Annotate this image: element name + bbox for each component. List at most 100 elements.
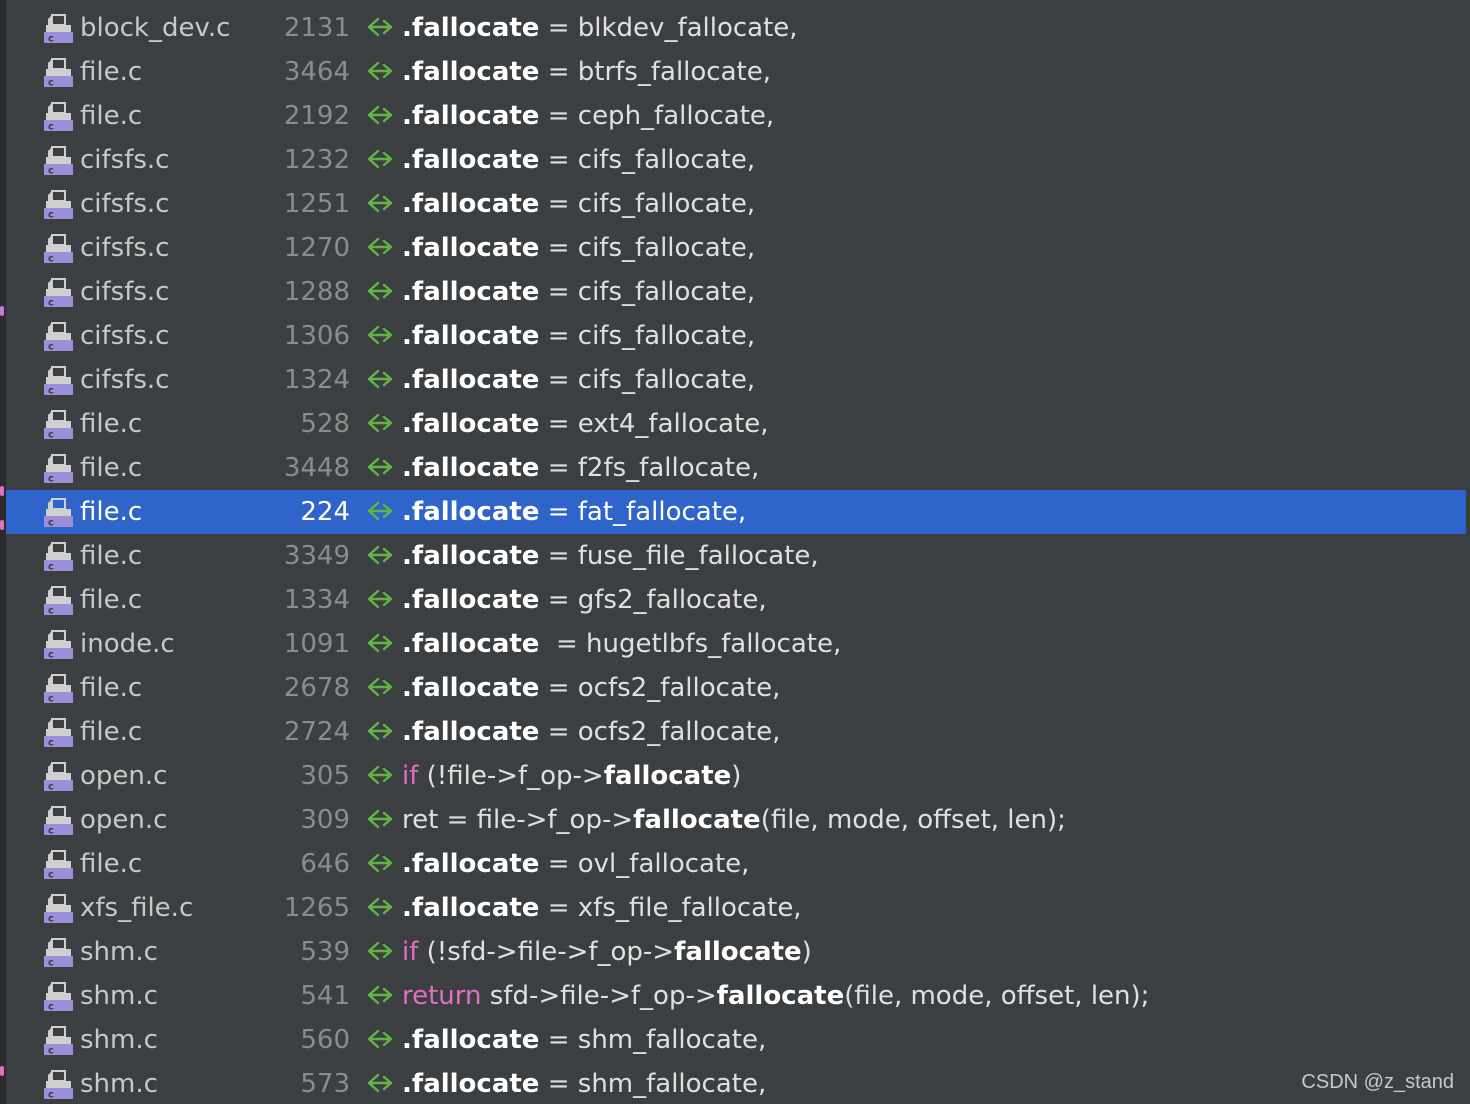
usage-row[interactable]: c xfs_file.c 1265 .fallocate = xfs_file_fal… xyxy=(6,886,1466,930)
c-source-file-icon: c xyxy=(43,365,74,397)
usage-line-number: 1334 xyxy=(283,585,350,615)
svg-text:c: c xyxy=(48,1090,54,1101)
usage-file-name: file.c xyxy=(80,57,143,87)
c-source-file-icon: c xyxy=(43,57,74,89)
usage-row[interactable]: c file.c 2192 .fallocate = ceph_fallocate, xyxy=(6,94,1466,138)
code-text: = f2fs_fallocate, xyxy=(539,453,760,483)
usage-row[interactable]: c file.c 528 .fallocate = ext4_fallocate, xyxy=(6,402,1466,446)
code-match-highlight: .fallocate xyxy=(402,277,540,307)
usage-line-number: 539 xyxy=(300,937,350,967)
svg-text:c: c xyxy=(48,782,54,793)
c-source-file-icon: c xyxy=(43,145,74,177)
code-keyword: if xyxy=(402,937,419,967)
c-source-file-icon: c xyxy=(43,805,74,837)
code-match-highlight: .fallocate xyxy=(402,57,540,87)
usage-row[interactable]: c cifsfs.c 1288 .fallocate = cifs_fallocate… xyxy=(6,270,1466,314)
c-source-file-icon: c xyxy=(43,233,74,265)
usage-row[interactable]: c file.c 3349 .fallocate = fuse_file_falloc… xyxy=(6,534,1466,578)
usage-code-snippet: .fallocate = fat_fallocate, xyxy=(402,497,746,527)
svg-text:c: c xyxy=(48,166,54,177)
usage-code-snippet: if (!file->f_op->fallocate) xyxy=(402,761,741,791)
usage-file-name: shm.c xyxy=(80,981,158,1011)
svg-text:c: c xyxy=(48,34,54,45)
usage-file-name: block_dev.c xyxy=(80,13,231,43)
usage-code-snippet: .fallocate = ceph_fallocate, xyxy=(402,101,774,131)
code-keyword: if xyxy=(402,761,419,791)
usage-line-number: 3349 xyxy=(283,541,350,571)
c-source-file-icon: c xyxy=(43,1025,74,1057)
usage-file-name: file.c xyxy=(80,101,143,131)
code-text: ) xyxy=(801,937,812,967)
usage-row[interactable]: c block_dev.c 2131 .fallocate = blkdev_fall… xyxy=(6,6,1466,50)
c-source-file-icon: c xyxy=(43,189,74,221)
usage-file-name: cifsfs.c xyxy=(80,321,170,351)
usage-row[interactable]: c cifsfs.c 1306 .fallocate = cifs_fallocate… xyxy=(6,314,1466,358)
usage-file-name: file.c xyxy=(80,585,143,615)
usage-row[interactable]: c inode.c 1091 .fallocate = hugetlbfs_fallo… xyxy=(6,622,1466,666)
svg-text:c: c xyxy=(48,78,54,89)
usage-code-snippet: .fallocate = shm_fallocate, xyxy=(402,1025,766,1055)
svg-text:c: c xyxy=(48,562,54,573)
svg-text:c: c xyxy=(48,254,54,265)
usage-line-number: 1306 xyxy=(283,321,350,351)
code-match-highlight: .fallocate xyxy=(402,321,540,351)
usage-code-snippet: .fallocate = cifs_fallocate, xyxy=(402,277,755,307)
usage-code-snippet: .fallocate = fuse_file_fallocate, xyxy=(402,541,819,571)
usage-code-snippet: .fallocate = blkdev_fallocate, xyxy=(402,13,798,43)
usage-row[interactable]: c cifsfs.c 1324 .fallocate = cifs_fallocate… xyxy=(6,358,1466,402)
usage-code-snippet: .fallocate = ext4_fallocate, xyxy=(402,409,769,439)
usage-row[interactable]: c file.c 3448 .fallocate = f2fs_fallocate, xyxy=(6,446,1466,490)
usage-line-number: 2131 xyxy=(283,13,350,43)
usage-code-snippet: .fallocate = xfs_file_fallocate, xyxy=(402,893,802,923)
usage-arrow-icon xyxy=(366,720,394,744)
c-source-file-icon: c xyxy=(43,453,74,485)
svg-text:c: c xyxy=(48,122,54,133)
edge-marker xyxy=(0,306,4,316)
usage-row[interactable]: c shm.c 573 .fallocate = shm_fallocate, xyxy=(6,1062,1466,1104)
usage-arrow-icon xyxy=(366,676,394,700)
usage-file-name: file.c xyxy=(80,409,143,439)
usage-line-number: 2678 xyxy=(283,673,350,703)
usage-row[interactable]: c shm.c 539 if (!sfd->file->f_op->fallocate… xyxy=(6,930,1466,974)
c-source-file-icon: c xyxy=(43,1069,74,1101)
usage-row[interactable]: c file.c 224 .fallocate = fat_fallocate, xyxy=(6,490,1466,534)
usage-line-number: 646 xyxy=(300,849,350,879)
svg-text:c: c xyxy=(48,870,54,881)
usage-arrow-icon xyxy=(366,500,394,524)
code-match-highlight: .fallocate xyxy=(402,101,540,131)
code-text: = ovl_fallocate, xyxy=(539,849,750,879)
usage-code-snippet: .fallocate = f2fs_fallocate, xyxy=(402,453,759,483)
usage-code-snippet: .fallocate = cifs_fallocate, xyxy=(402,145,755,175)
usage-row[interactable]: c file.c 3464 .fallocate = btrfs_fallocate, xyxy=(6,50,1466,94)
usage-row[interactable]: c cifsfs.c 1251 .fallocate = cifs_fallocate… xyxy=(6,182,1466,226)
usage-row[interactable]: c file.c 1334 .fallocate = gfs2_fallocate, xyxy=(6,578,1466,622)
usage-row[interactable]: c open.c 309 ret = file->f_op->fallocate(fi… xyxy=(6,798,1466,842)
usage-row[interactable]: c shm.c 541 return sfd->file->f_op->falloca… xyxy=(6,974,1466,1018)
code-match-highlight: .fallocate xyxy=(402,849,540,879)
usage-row[interactable]: c file.c 2724 .fallocate = ocfs2_fallocate, xyxy=(6,710,1466,754)
svg-text:c: c xyxy=(48,298,54,309)
usage-file-name: cifsfs.c xyxy=(80,233,170,263)
c-source-file-icon: c xyxy=(43,585,74,617)
code-text: (file, mode, offset, len); xyxy=(844,981,1150,1011)
usage-row[interactable]: c shm.c 560 .fallocate = shm_fallocate, xyxy=(6,1018,1466,1062)
usage-row[interactable]: c open.c 305 if (!file->f_op->fallocate) xyxy=(6,754,1466,798)
usage-row[interactable]: c file.c 646 .fallocate = ovl_fallocate, xyxy=(6,842,1466,886)
usage-row[interactable]: c cifsfs.c 1232 .fallocate = cifs_fallocate… xyxy=(6,138,1466,182)
svg-text:c: c xyxy=(48,210,54,221)
usage-line-number: 224 xyxy=(300,497,350,527)
svg-text:c: c xyxy=(48,1046,54,1057)
usage-row[interactable]: c cifsfs.c 1270 .fallocate = cifs_fallocate… xyxy=(6,226,1466,270)
usage-file-name: file.c xyxy=(80,849,143,879)
usage-file-name: file.c xyxy=(80,717,143,747)
usage-line-number: 1265 xyxy=(283,893,350,923)
code-match-highlight: .fallocate xyxy=(402,13,540,43)
code-text: (file, mode, offset, len); xyxy=(760,805,1066,835)
usage-arrow-icon xyxy=(366,896,394,920)
svg-text:c: c xyxy=(48,738,54,749)
usage-file-name: file.c xyxy=(80,673,143,703)
usage-row[interactable]: c file.c 2678 .fallocate = ocfs2_fallocate, xyxy=(6,666,1466,710)
svg-text:c: c xyxy=(48,694,54,705)
c-source-file-icon: c xyxy=(43,497,74,529)
usage-line-number: 1091 xyxy=(283,629,350,659)
